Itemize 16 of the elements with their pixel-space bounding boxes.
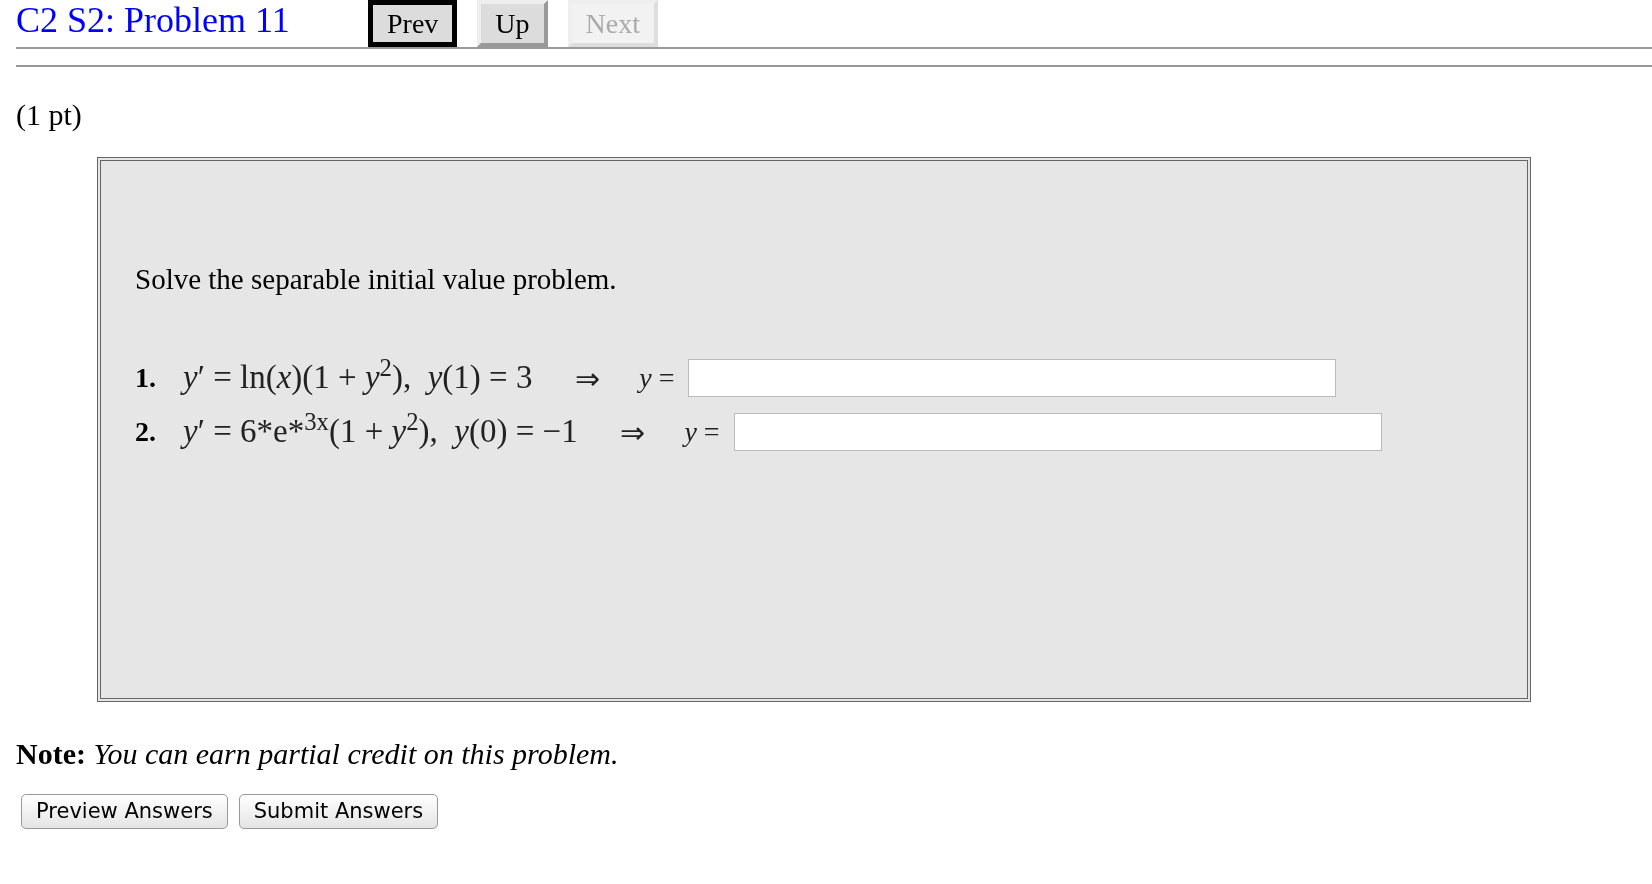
item-number: 2. [135, 415, 157, 449]
answer-label: y = [681, 415, 721, 449]
form-button[interactable]: Submit Answers [238, 794, 439, 829]
implies-arrow: ⇒ [573, 360, 601, 397]
nav-button[interactable]: Prev [368, 0, 458, 47]
problem-statement: Solve the separable initial value problem. [135, 262, 617, 297]
form-button[interactable]: Preview Answers [21, 794, 228, 829]
nav-button[interactable]: Up [477, 0, 548, 47]
points-label: (1 pt) [16, 97, 82, 133]
answer-field[interactable] [688, 359, 1337, 397]
answer-label: y = [636, 361, 676, 395]
problem-title: C2 S2: Problem 11 [16, 0, 291, 40]
note-text: Note: You can earn partial credit on this problem. [16, 737, 619, 770]
answer-field[interactable] [733, 413, 1382, 451]
implies-arrow: ⇒ [619, 414, 647, 451]
item-number: 1. [135, 361, 157, 395]
